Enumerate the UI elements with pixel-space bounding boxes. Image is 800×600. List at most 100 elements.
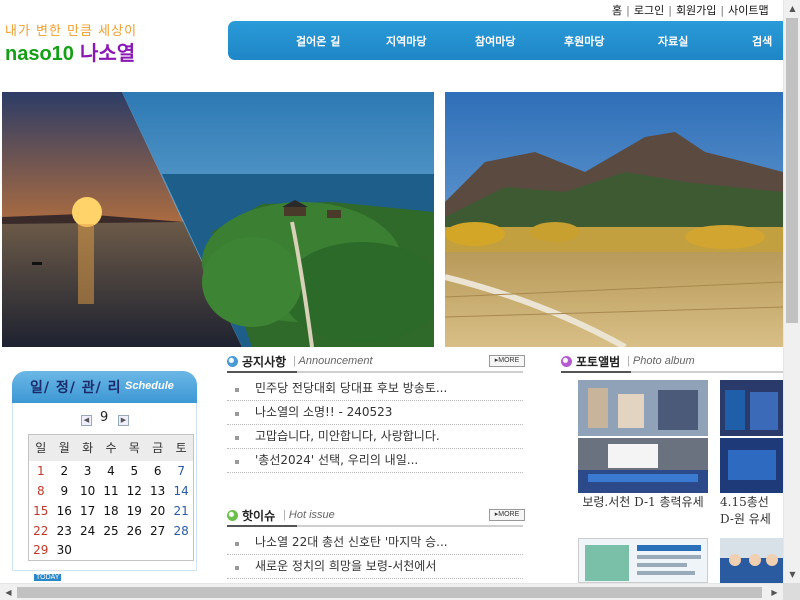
separator: | xyxy=(626,4,630,17)
schedule-header: 일/ 정/ 관/ 리 Schedule xyxy=(12,371,197,403)
home-link[interactable]: 홈 xyxy=(612,4,622,17)
schedule-subtitle: Schedule xyxy=(125,380,174,392)
notice-board: 공지사항 | Announcement ▸MORE 민주당 전당대회 당대표 후… xyxy=(227,353,527,483)
weekday-label: 월 xyxy=(52,434,76,461)
calendar-day[interactable]: 28 xyxy=(169,521,193,541)
calendar-empty-cell xyxy=(123,541,146,561)
calendar-day[interactable]: 30 xyxy=(53,541,76,561)
main-nav: 걸어온 길 지역마당 참여마당 후원마당 자료실 검색 xyxy=(228,21,783,60)
scrollbar-corner xyxy=(783,583,800,600)
weekday-label: 토 xyxy=(169,434,194,461)
nav-region[interactable]: 지역마당 xyxy=(386,33,426,49)
notice-item[interactable]: 고맙습니다, 미안합니다, 사랑합니다. xyxy=(227,425,523,449)
notice-divider-accent xyxy=(227,371,297,373)
sitemap-link[interactable]: 사이트맵 xyxy=(728,4,768,17)
calendar-day[interactable]: 21 xyxy=(169,501,193,521)
calendar-day[interactable]: 26 xyxy=(123,521,146,541)
scroll-up-icon[interactable]: ▲ xyxy=(784,0,800,17)
calendar-day[interactable]: 25 xyxy=(99,521,122,541)
separator: | xyxy=(668,4,672,17)
horizontal-scrollbar[interactable]: ◀ ▶ xyxy=(0,583,783,600)
nav-support[interactable]: 후원마당 xyxy=(564,33,604,49)
notice-item[interactable]: '총선2024' 선택, 우리의 내일... xyxy=(227,449,523,473)
separator: | xyxy=(720,4,725,17)
photo-caption-2[interactable]: 4.15총선 D-원 유세 xyxy=(720,494,783,528)
notice-divider xyxy=(227,371,523,373)
signup-link[interactable]: 회원가입 xyxy=(676,4,716,17)
vertical-scroll-thumb[interactable] xyxy=(786,18,798,323)
vertical-scrollbar[interactable]: ▲ ▼ xyxy=(783,0,800,583)
calendar-day[interactable]: 7 xyxy=(169,461,193,481)
notice-bullet-icon xyxy=(227,356,238,367)
calendar-day[interactable]: 20 xyxy=(146,501,169,521)
calendar-day[interactable]: 5 xyxy=(123,461,146,481)
photo-title: 포토앨범 xyxy=(576,355,621,369)
weekday-label: 수 xyxy=(99,434,123,461)
calendar-day[interactable]: 9 xyxy=(53,481,76,501)
hot-more-button[interactable]: ▸MORE xyxy=(489,509,525,521)
nav-search[interactable]: 검색 xyxy=(752,33,772,49)
calendar-day[interactable]: 22 xyxy=(29,521,53,541)
weekday-label: 화 xyxy=(75,434,100,461)
calendar-day[interactable]: 4 xyxy=(99,461,122,481)
calendar-day[interactable]: 3 xyxy=(76,461,99,481)
notice-title: 공지사항 xyxy=(242,355,287,369)
calendar-week-row: 8 9 10 11 12 13 14 xyxy=(29,481,194,501)
nav-participation[interactable]: 참여마당 xyxy=(475,33,515,49)
calendar-day[interactable]: 11 xyxy=(99,481,122,501)
hot-item[interactable]: 나소열 22대 총선 신호탄 '마지막 승... xyxy=(227,531,523,555)
calendar-day[interactable]: 1 xyxy=(29,461,53,481)
calendar-day[interactable]: 16 xyxy=(53,501,76,521)
calendar-day[interactable]: 8 xyxy=(29,481,53,501)
hot-list: 나소열 22대 총선 신호탄 '마지막 승... 새로운 정치의 희망을 보령-… xyxy=(227,531,523,579)
scroll-down-icon[interactable]: ▼ xyxy=(784,566,800,583)
notice-subtitle-text: Announcement xyxy=(298,355,373,367)
calendar-day[interactable]: 17 xyxy=(76,501,99,521)
logo-ko: 나소열 xyxy=(79,41,136,65)
calendar-day[interactable]: 6 xyxy=(146,461,169,481)
photo-thumb-2[interactable] xyxy=(720,380,783,493)
calendar-day[interactable]: 15 xyxy=(29,501,53,521)
notice-item[interactable]: 나소열의 소명!! - 240523 xyxy=(227,401,523,425)
photo-thumb-4-svg xyxy=(720,538,783,583)
photo-thumb-3-svg xyxy=(579,539,707,582)
notice-subtitle: | Announcement xyxy=(293,355,373,367)
calendar-day[interactable]: 13 xyxy=(146,481,169,501)
login-link[interactable]: 로그인 xyxy=(634,4,664,17)
today-badge[interactable]: TODAY xyxy=(34,574,62,581)
nav-history[interactable]: 걸어온 길 xyxy=(296,33,340,49)
hot-divider-accent xyxy=(227,525,297,527)
calendar-days: 1 2 3 4 5 6 7 8 9 10 11 12 13 14 15 16 17 18 19 20 21 22 23 24 2… xyxy=(29,461,194,561)
hot-divider xyxy=(227,525,523,527)
scroll-left-icon[interactable]: ◀ xyxy=(0,584,17,600)
calendar-day[interactable]: 2 xyxy=(53,461,76,481)
notice-more-button[interactable]: ▸MORE xyxy=(489,355,525,367)
photo-thumb-1[interactable] xyxy=(578,380,708,493)
photo-thumb-1-svg xyxy=(578,380,708,493)
photo-caption-1[interactable]: 보령.서천 D-1 총력유세 xyxy=(578,494,708,511)
notice-item[interactable]: 민주당 전당대회 당대표 후보 방송토... xyxy=(227,377,523,401)
prev-month-button[interactable]: ◀ xyxy=(81,415,92,426)
hot-item[interactable]: 새로운 정치의 희망을 보령-서천에서 xyxy=(227,555,523,579)
calendar-day[interactable]: 10 xyxy=(76,481,99,501)
calendar-empty-cell xyxy=(169,541,193,561)
horizontal-scroll-thumb[interactable] xyxy=(17,587,762,598)
photo-thumb-3[interactable] xyxy=(578,538,708,583)
photo-subtitle-text: Photo album xyxy=(632,355,695,367)
next-month-button[interactable]: ▶ xyxy=(118,415,129,426)
calendar-day[interactable]: 29 xyxy=(29,541,53,561)
nav-archive[interactable]: 자료실 xyxy=(658,33,688,49)
calendar-day[interactable]: 24 xyxy=(76,521,99,541)
scroll-right-icon[interactable]: ▶ xyxy=(766,584,783,600)
hot-subtitle-text: Hot issue xyxy=(288,509,335,521)
weekday-label: 일 xyxy=(28,434,53,461)
calendar-day[interactable]: 14 xyxy=(169,481,193,501)
calendar-day[interactable]: 27 xyxy=(146,521,169,541)
calendar-day[interactable]: 12 xyxy=(123,481,146,501)
calendar-day[interactable]: 19 xyxy=(123,501,146,521)
calendar-day[interactable]: 23 xyxy=(53,521,76,541)
photo-thumb-4[interactable] xyxy=(720,538,783,583)
calendar-day[interactable]: 18 xyxy=(99,501,122,521)
site-logo[interactable]: naso10 나소열 xyxy=(5,37,135,66)
calendar-week-row: 1234567 xyxy=(29,461,194,481)
